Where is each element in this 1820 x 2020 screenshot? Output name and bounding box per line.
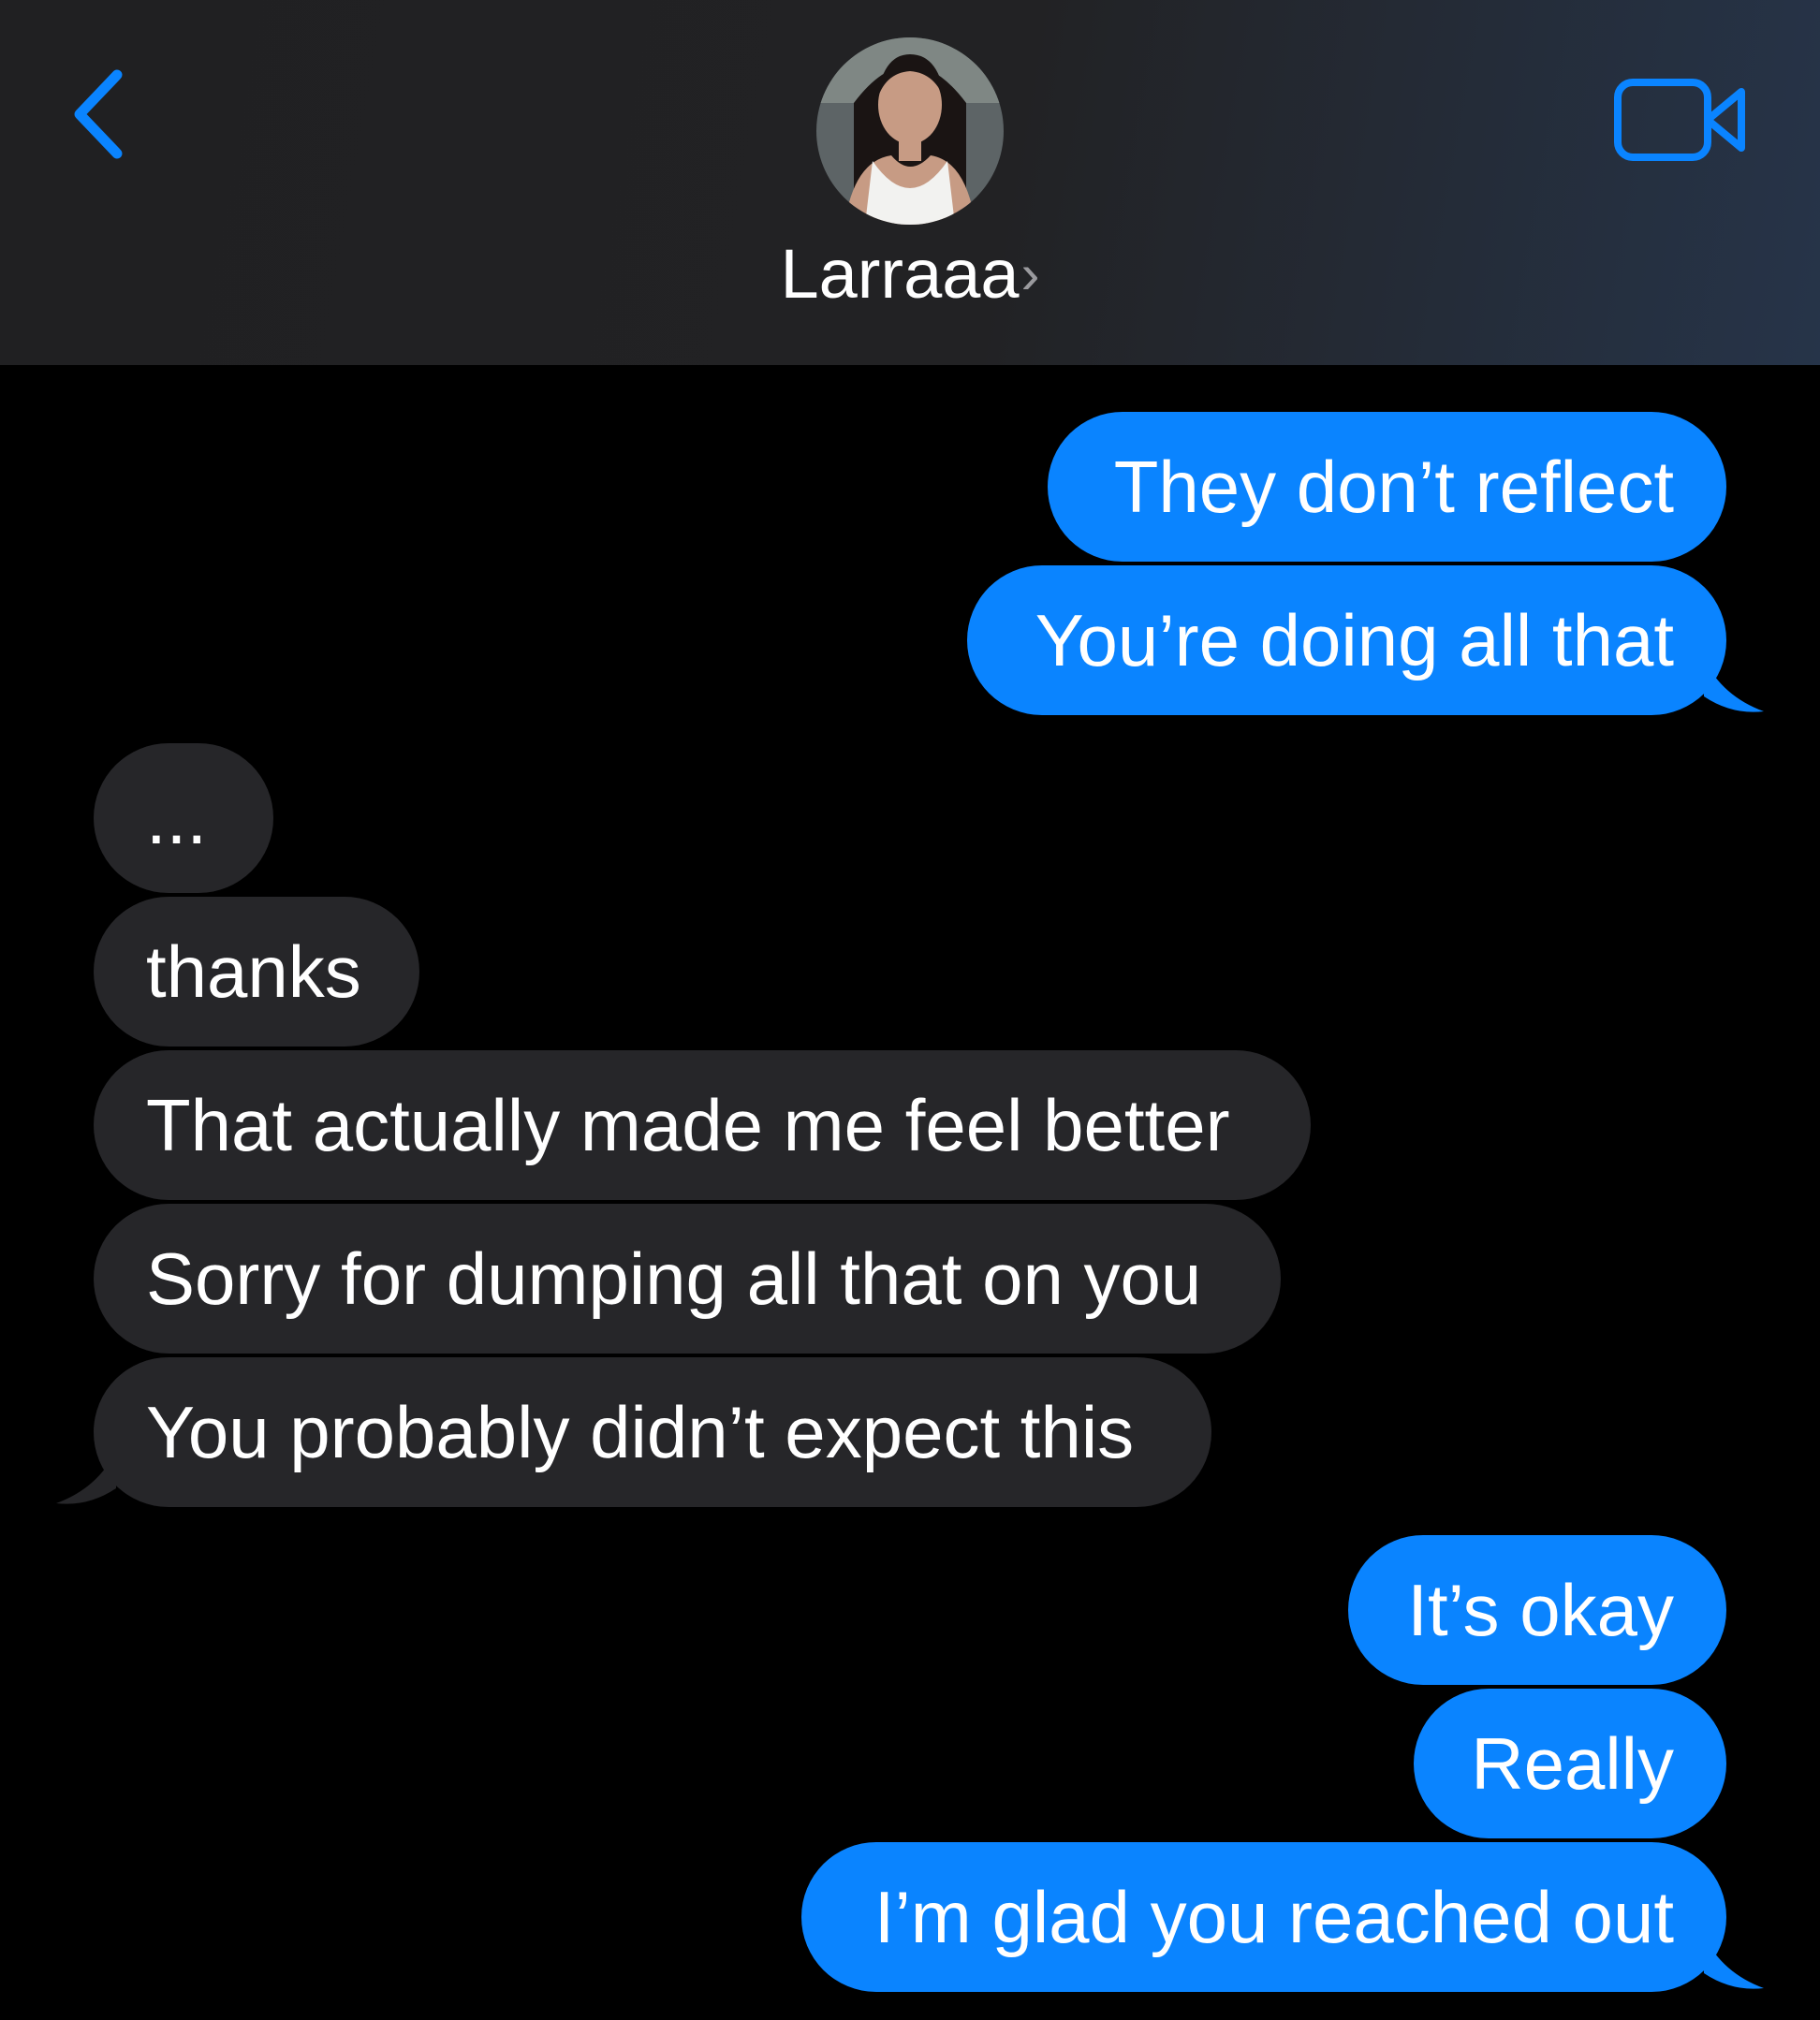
video-call-button[interactable] [1610,71,1751,168]
message-text: I’m glad you reached out [873,1875,1674,1958]
contact-avatar[interactable] [816,37,1004,225]
message-bubble-incoming[interactable]: ... [94,743,273,893]
conversation-header: Larraaa › [0,0,1820,365]
message-bubble-outgoing[interactable]: Really [1414,1689,1726,1838]
bubble-tail-outgoing [1704,1936,1764,1989]
contact-name-label: Larraaa [780,234,1020,313]
message-text: You’re doing all that [1035,598,1674,681]
message-bubble-outgoing[interactable]: You’re doing all that [967,565,1764,715]
message-text: That actually made me feel better [146,1083,1230,1166]
message-text: It’s okay [1407,1568,1674,1651]
chevron-right-icon: › [1020,242,1040,305]
message-bubble-incoming[interactable]: That actually made me feel better [94,1050,1311,1200]
message-text: Sorry for dumping all that on you [146,1237,1202,1320]
back-button[interactable] [56,58,140,170]
message-thread[interactable]: They don’t reflect You’re doing all that… [0,365,1820,2020]
contact-name-button[interactable]: Larraaa › [0,234,1820,313]
avatar-image [816,37,1004,225]
message-bubble-outgoing[interactable]: They don’t reflect [1048,412,1726,562]
chevron-left-icon [74,69,123,159]
bubble-tail-incoming [56,1451,116,1504]
message-bubble-outgoing[interactable]: It’s okay [1348,1535,1726,1685]
message-text: thanks [146,929,361,1013]
message-bubble-incoming[interactable]: thanks [94,897,419,1047]
message-text: They don’t reflect [1113,445,1674,528]
message-text: ... [146,776,208,859]
message-bubble-incoming[interactable]: Sorry for dumping all that on you [94,1204,1281,1354]
message-bubble-incoming[interactable]: You probably didn’t expect this [56,1357,1211,1507]
message-text: You probably didn’t expect this [146,1390,1135,1473]
bubble-tail-outgoing [1704,659,1764,712]
message-text: Really [1471,1721,1674,1805]
video-camera-icon [1614,79,1745,161]
message-bubble-outgoing[interactable]: I’m glad you reached out [801,1842,1764,1992]
